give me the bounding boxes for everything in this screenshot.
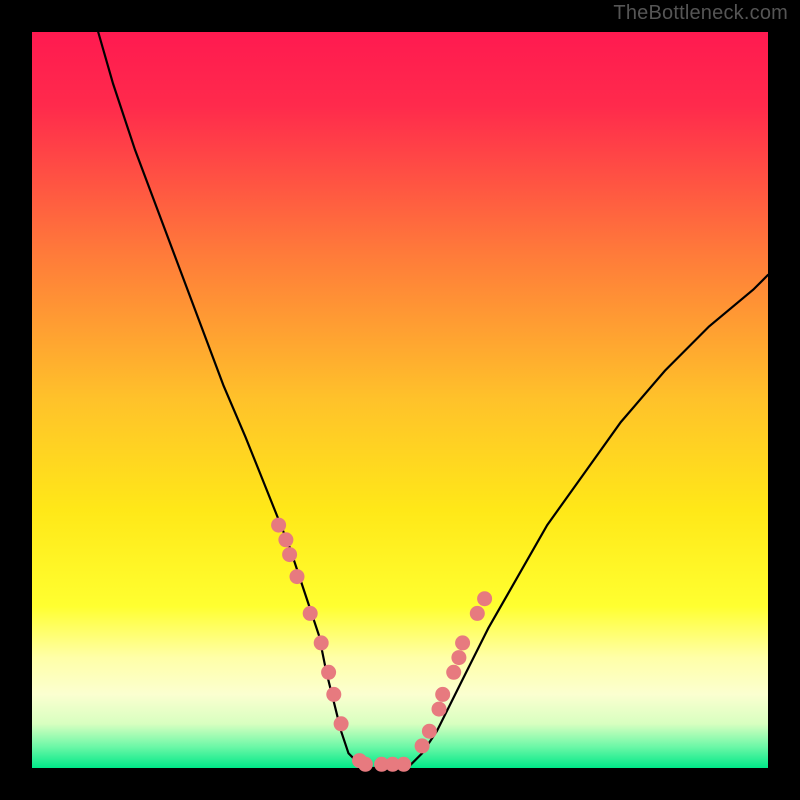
data-point (455, 635, 470, 650)
data-point (326, 687, 341, 702)
data-point (282, 547, 297, 562)
data-point (358, 757, 373, 772)
data-point (314, 635, 329, 650)
data-point (432, 702, 447, 717)
data-point (435, 687, 450, 702)
data-point (271, 518, 286, 533)
data-point (470, 606, 485, 621)
data-point (451, 650, 466, 665)
data-point (334, 716, 349, 731)
gradient-background (32, 32, 768, 768)
data-point (415, 738, 430, 753)
data-point (303, 606, 318, 621)
data-point (396, 757, 411, 772)
data-point (422, 724, 437, 739)
chart-canvas (0, 0, 800, 800)
data-point (477, 591, 492, 606)
data-point (290, 569, 305, 584)
watermark-text: TheBottleneck.com (613, 2, 788, 25)
bottleneck-chart (0, 0, 800, 800)
data-point (321, 665, 336, 680)
data-point (278, 532, 293, 547)
data-point (446, 665, 461, 680)
